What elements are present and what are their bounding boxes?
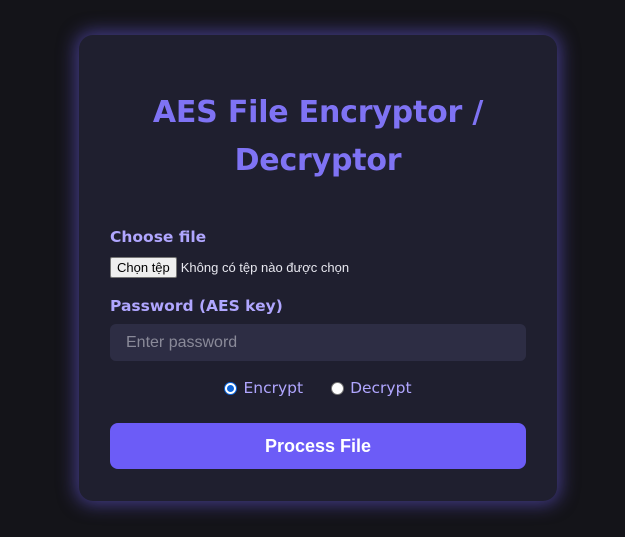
encryptor-card: AES File Encryptor / Decryptor Choose fi… [79,35,557,501]
file-status-text: Không có tệp nào được chọn [180,260,350,275]
radio-checked-icon[interactable] [224,381,238,395]
password-label: Password (AES key) [110,297,283,315]
file-input[interactable]: Chọn tệp Không có tệp nào được chọn [110,257,349,278]
mode-radio-group: Encrypt Decrypt [79,378,557,398]
decrypt-option[interactable]: Decrypt [331,378,412,398]
encrypt-label: Encrypt [243,379,304,397]
decrypt-label: Decrypt [350,379,412,397]
process-file-button[interactable]: Process File [110,423,526,469]
page-title: AES File Encryptor / Decryptor [152,95,484,178]
encrypt-option[interactable]: Encrypt [224,378,303,398]
radio-unchecked-icon[interactable] [331,381,345,395]
choose-file-button[interactable]: Chọn tệp [110,257,177,278]
password-input[interactable] [110,324,526,361]
file-label: Choose file [110,228,207,246]
